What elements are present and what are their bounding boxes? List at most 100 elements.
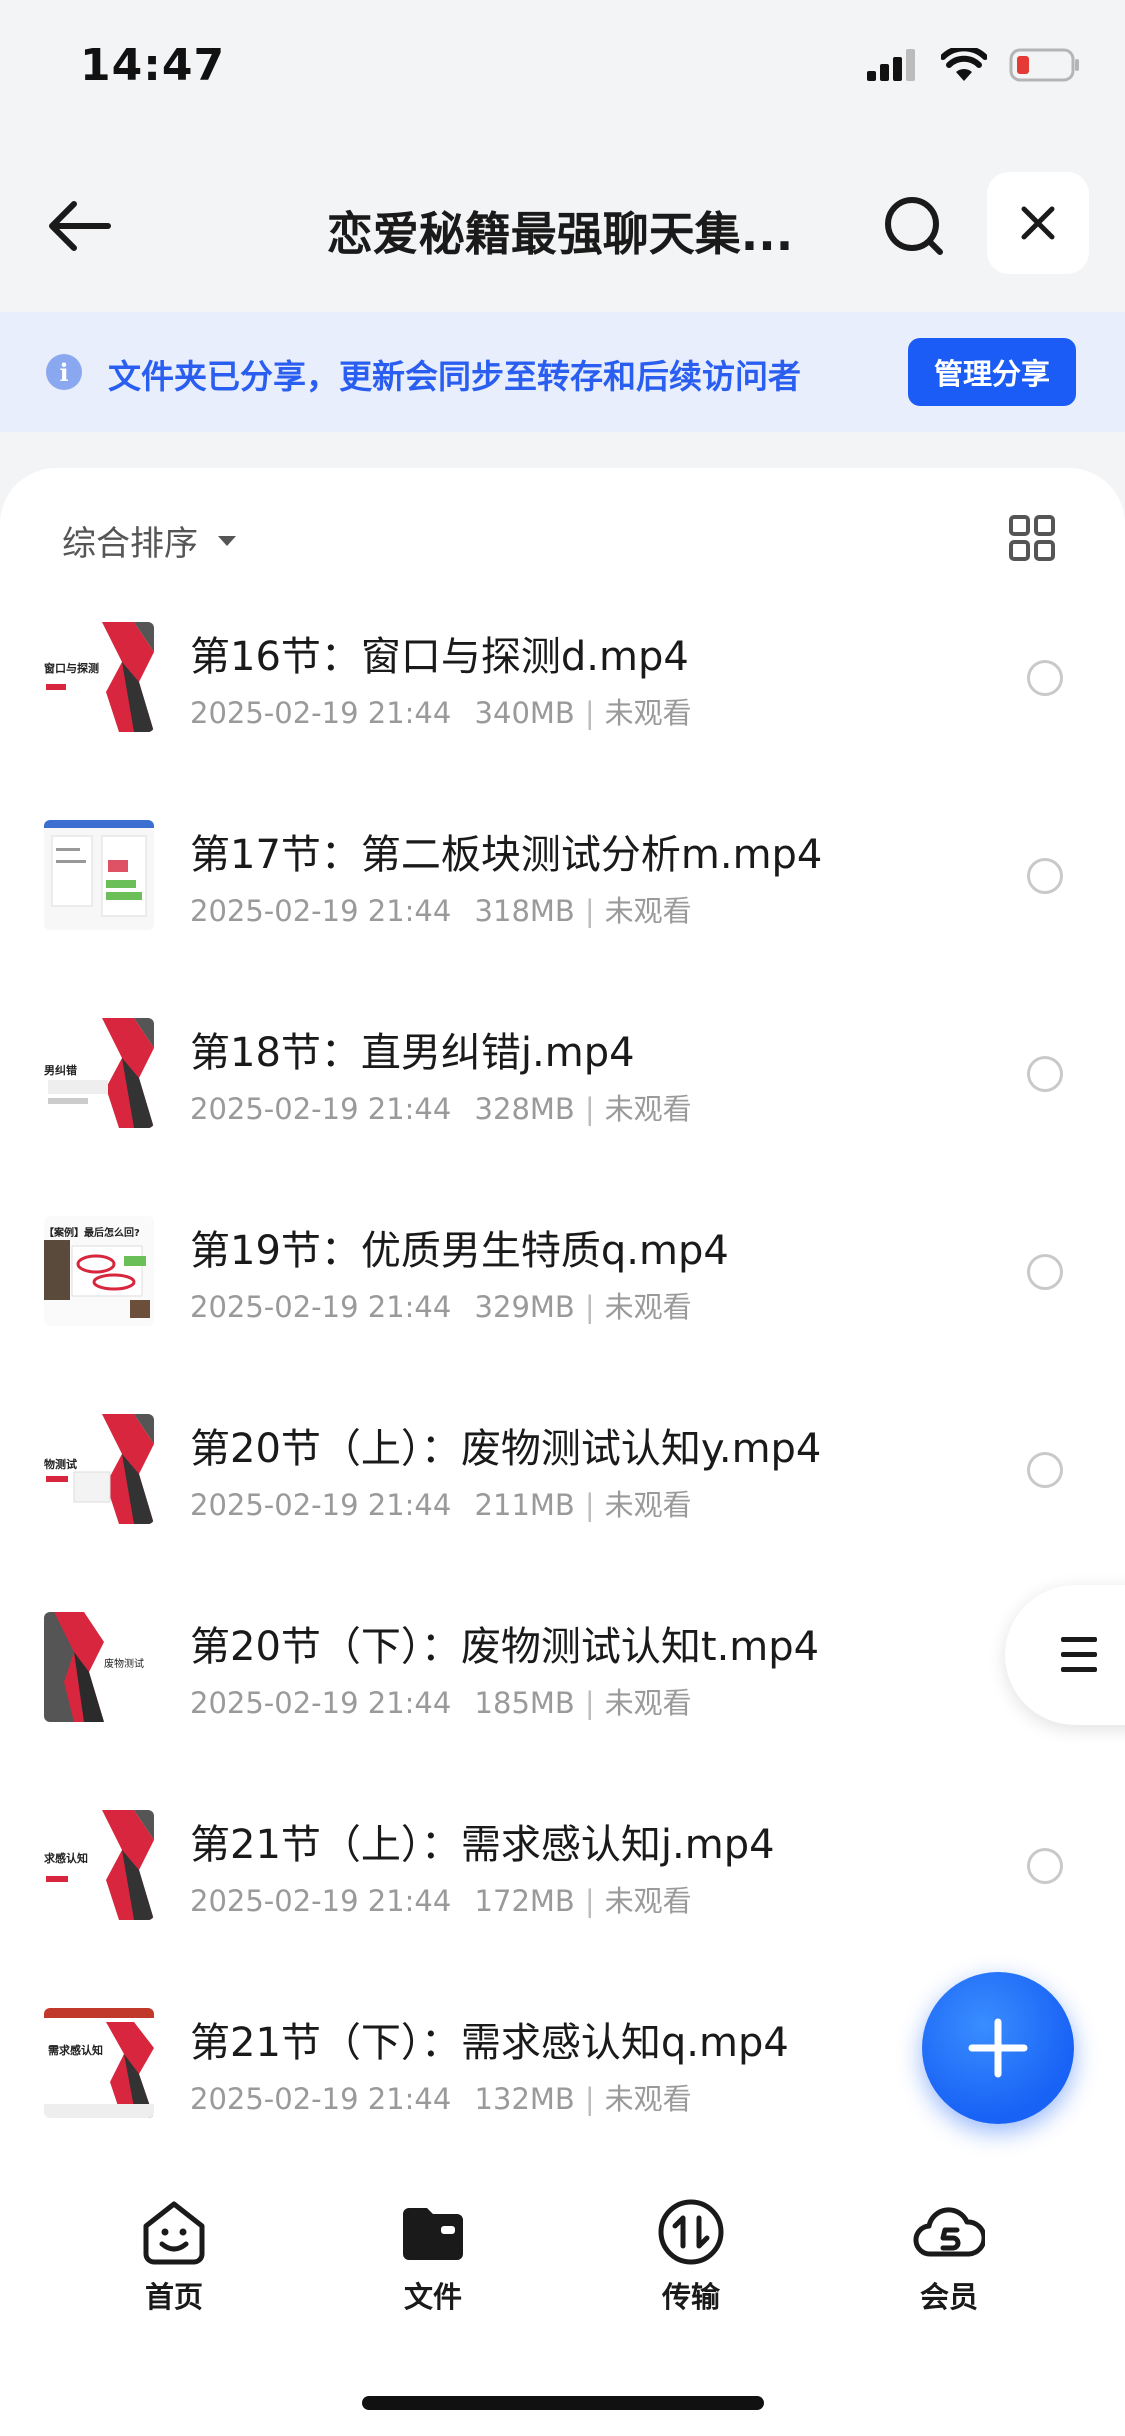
file-date: 2025-02-19 21:44 — [190, 894, 452, 928]
file-meta: 2025-02-19 21:44 318MB | 未观看 — [190, 888, 692, 930]
file-size: 172MB — [474, 1884, 575, 1918]
file-item[interactable]: 废物测试 第20节（下）：废物测试认知t.mp4 2025-02-19 21:4… — [0, 1608, 1125, 1806]
file-status: 未观看 — [604, 1686, 692, 1720]
meta-separator: | — [584, 696, 595, 730]
status-bar: 14:47 — [0, 0, 1125, 140]
file-name: 第19节：优质男生特质q.mp4 — [190, 1228, 729, 1274]
file-meta: 2025-02-19 21:44 329MB | 未观看 — [190, 1284, 692, 1326]
page-title: 恋爱秘籍最强聊天集... — [326, 207, 794, 261]
file-name: 第16节：窗口与探测d.mp4 — [190, 634, 689, 680]
file-meta: 2025-02-19 21:44 340MB | 未观看 — [190, 690, 692, 732]
battery-icon — [1009, 48, 1079, 82]
file-list-card: 综合排序 窗口与探测 第16节：窗口与探测d.mp4 2025-02-19 21… — [0, 468, 1125, 2188]
file-name: 第20节（上）：废物测试认知y.mp4 — [190, 1426, 822, 1472]
nav-label: 首页 — [144, 2280, 203, 2314]
nav-item-home[interactable]: 首页 — [84, 2196, 264, 2316]
thumb-label: 【案例】最后怎么回? — [44, 1228, 140, 1239]
file-item[interactable]: 男纠错 第18节：直男纠错j.mp4 2025-02-19 21:44 328M… — [0, 1014, 1125, 1212]
file-item[interactable]: 第17节：第二板块测试分析m.mp4 2025-02-19 21:44 318M… — [0, 816, 1125, 1014]
file-meta: 2025-02-19 21:44 328MB | 未观看 — [190, 1086, 692, 1128]
close-icon — [1021, 206, 1055, 240]
home-smile-icon — [143, 2201, 205, 2265]
file-item[interactable]: 窗口与探测 第16节：窗口与探测d.mp4 2025-02-19 21:44 3… — [0, 618, 1125, 816]
file-date: 2025-02-19 21:44 — [190, 1884, 452, 1918]
wifi-icon — [941, 48, 987, 81]
screen: 14:47 恋爱秘籍最强聊天集... i 文件夹已分享，更新会同步至转存和后续访… — [0, 0, 1125, 2436]
caret-down-icon — [218, 535, 236, 546]
nav-label: 会员 — [919, 2280, 978, 2314]
file-name: 第18节：直男纠错j.mp4 — [190, 1030, 635, 1076]
meta-separator: | — [584, 1092, 595, 1126]
file-list: 窗口与探测 第16节：窗口与探测d.mp4 2025-02-19 21:44 3… — [0, 618, 1125, 2202]
file-status: 未观看 — [604, 894, 692, 928]
nav-label: 文件 — [403, 2280, 462, 2314]
nav-item-files[interactable]: 文件 — [343, 2196, 523, 2316]
file-date: 2025-02-19 21:44 — [190, 1290, 452, 1324]
search-button[interactable] — [878, 190, 950, 262]
file-size: 329MB — [474, 1290, 575, 1324]
meta-separator: | — [584, 1488, 595, 1522]
video-thumbnail: 男纠错 — [44, 1018, 154, 1128]
file-name: 第20节（下）：废物测试认知t.mp4 — [190, 1624, 820, 1670]
nav-item-transfer[interactable]: 传输 — [601, 2196, 781, 2316]
select-radio[interactable] — [1027, 1848, 1063, 1884]
file-name: 第17节：第二板块测试分析m.mp4 — [190, 832, 823, 878]
menu-lines-icon — [1061, 1637, 1097, 1672]
status-icons — [867, 48, 1081, 82]
nav-item-vip[interactable]: 会员 — [859, 2196, 1039, 2316]
file-date: 2025-02-19 21:44 — [190, 2082, 452, 2116]
file-date: 2025-02-19 21:44 — [190, 1092, 452, 1126]
video-thumbnail: 窗口与探测 — [44, 622, 154, 732]
arrow-left-icon — [49, 201, 111, 251]
nav-label: 传输 — [661, 2280, 720, 2314]
sort-label: 综合排序 — [62, 524, 198, 564]
thumb-label: 废物测试 — [104, 1659, 144, 1670]
video-thumbnail — [44, 820, 154, 930]
meta-separator: | — [584, 1290, 595, 1324]
file-status: 未观看 — [604, 1092, 692, 1126]
file-status: 未观看 — [604, 1290, 692, 1324]
info-icon: i — [46, 354, 82, 390]
file-size: 328MB — [474, 1092, 575, 1126]
file-name: 第21节（上）：需求感认知j.mp4 — [190, 1822, 775, 1868]
file-size: 211MB — [474, 1488, 575, 1522]
meta-separator: | — [584, 1686, 595, 1720]
video-thumbnail: 废物测试 — [44, 1612, 154, 1722]
transfer-icon — [658, 2199, 724, 2265]
file-item[interactable]: 【案例】最后怎么回? 第19节：优质男生特质q.mp4 2025-02-19 2… — [0, 1212, 1125, 1410]
manage-share-button[interactable]: 管理分享 — [908, 338, 1076, 406]
file-date: 2025-02-19 21:44 — [190, 1488, 452, 1522]
file-date: 2025-02-19 21:44 — [190, 696, 452, 730]
close-button[interactable] — [987, 172, 1089, 274]
vip-cloud-icon — [913, 2207, 985, 2257]
status-time: 14:47 — [80, 40, 226, 91]
file-meta: 2025-02-19 21:44 132MB | 未观看 — [190, 2076, 692, 2118]
meta-separator: | — [584, 894, 595, 928]
add-button[interactable] — [922, 1972, 1074, 2124]
file-meta: 2025-02-19 21:44 185MB | 未观看 — [190, 1680, 692, 1722]
signal-icon — [867, 49, 915, 81]
file-meta: 2025-02-19 21:44 172MB | 未观看 — [190, 1878, 692, 1920]
folder-icon — [403, 2208, 463, 2260]
select-radio[interactable] — [1027, 1254, 1063, 1290]
file-meta: 2025-02-19 21:44 211MB | 未观看 — [190, 1482, 692, 1524]
grid-view-icon[interactable] — [1008, 514, 1056, 562]
select-radio[interactable] — [1027, 858, 1063, 894]
video-thumbnail: 求感认知 — [44, 1810, 154, 1920]
select-radio[interactable] — [1027, 1056, 1063, 1092]
file-item[interactable]: 求感认知 第21节（上）：需求感认知j.mp4 2025-02-19 21:44… — [0, 1806, 1125, 2004]
file-item[interactable]: 物测试 第20节（上）：废物测试认知y.mp4 2025-02-19 21:44… — [0, 1410, 1125, 1608]
video-thumbnail: 物测试 — [44, 1414, 154, 1524]
file-size: 340MB — [474, 696, 575, 730]
meta-separator: | — [584, 1884, 595, 1918]
sort-dropdown[interactable]: 综合排序 — [62, 516, 238, 565]
file-size: 132MB — [474, 2082, 575, 2116]
thumb-label: 窗口与探测 — [44, 662, 99, 675]
share-banner-text: 文件夹已分享，更新会同步至转存和后续访问者 — [108, 357, 801, 396]
file-status: 未观看 — [604, 2082, 692, 2116]
select-radio[interactable] — [1027, 1452, 1063, 1488]
thumb-label: 求感认知 — [44, 1852, 88, 1865]
back-button[interactable] — [44, 190, 116, 262]
file-status: 未观看 — [604, 1488, 692, 1522]
select-radio[interactable] — [1027, 660, 1063, 696]
